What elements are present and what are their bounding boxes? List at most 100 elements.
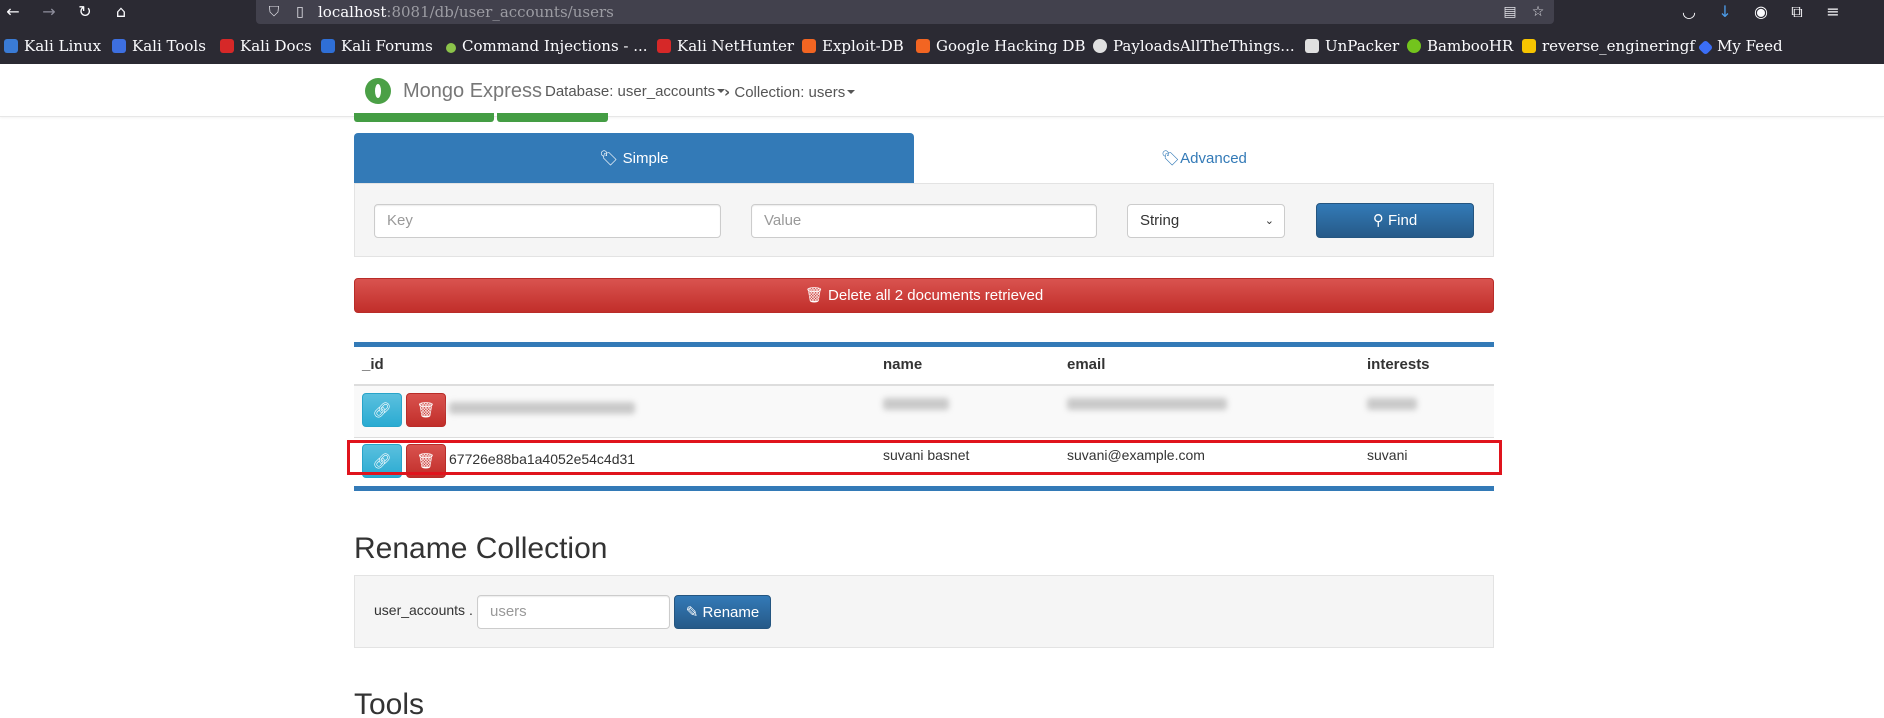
bookmark-label: Kali Docs	[240, 37, 312, 55]
tools-heading: Tools	[354, 688, 425, 718]
type-select[interactable]: String ⌄	[1127, 204, 1285, 238]
tab-advanced[interactable]: 🏷︎Advanced	[914, 133, 1494, 183]
trash-icon: 🗑︎	[416, 401, 436, 419]
exploit-db-icon	[802, 39, 816, 53]
download-icon[interactable]: ↓	[1714, 1, 1736, 23]
redacted-id	[449, 402, 635, 414]
bookmark-google-hacking-db[interactable]: Google Hacking DB	[916, 34, 1085, 58]
bookmark-reverse-engineringf[interactable]: reverse_engineringf	[1522, 34, 1695, 58]
key-input[interactable]: Key	[374, 204, 721, 238]
url-host: localhost	[318, 3, 387, 21]
bookmark-kali-linux[interactable]: Kali Linux	[4, 34, 101, 58]
browser-chrome: ← → ↻ ⌂ ⛉ ▯ localhost:8081/db/user_accou…	[0, 0, 1884, 64]
collection-dropdown[interactable]: › Collection: users	[724, 83, 856, 101]
bookmark-kali-tools[interactable]: Kali Tools	[112, 34, 206, 58]
bookmark-bamboohr[interactable]: BambooHR	[1407, 34, 1513, 58]
bookmark-label: reverse_engineringf	[1542, 37, 1695, 55]
collection-name-input[interactable]: users	[477, 595, 670, 629]
table-bottom-border	[354, 486, 1494, 491]
bookmark-label: Kali Forums	[341, 37, 433, 55]
redacted-name	[883, 398, 949, 410]
bookmark-label: My Feed	[1717, 37, 1783, 55]
column-header-id[interactable]: _id	[362, 356, 384, 373]
link-icon: 🔗︎	[372, 401, 392, 419]
github-icon	[1093, 39, 1107, 53]
column-header-email[interactable]: email	[1067, 356, 1105, 373]
brand-title[interactable]: Mongo Express	[403, 80, 542, 103]
bookmark-label: Kali Linux	[24, 37, 102, 55]
bookmark-label: Exploit-DB	[822, 37, 904, 55]
delete-all-button[interactable]: 🗑︎ Delete all 2 documents retrieved	[354, 278, 1494, 313]
bookmark-label: UnPacker	[1325, 37, 1400, 55]
new-document-button[interactable]	[354, 113, 494, 122]
account-icon[interactable]: ◉	[1750, 1, 1772, 23]
folder-icon	[1522, 39, 1536, 53]
kali-linux-icon	[4, 39, 18, 53]
trash-icon: 🗑︎	[804, 286, 824, 304]
database-label: Database: user_accounts	[545, 83, 716, 100]
bookmark-kali-forums[interactable]: Kali Forums	[321, 34, 433, 58]
forward-icon[interactable]: →	[38, 1, 60, 23]
search-icon: ⚲	[1372, 211, 1384, 229]
my-feed-icon	[1697, 39, 1714, 56]
tag-icon: 🏷︎	[599, 149, 619, 167]
highlight-box	[347, 440, 1502, 475]
bookmark-label: Kali NetHunter	[677, 37, 795, 55]
kali-tools-icon	[112, 39, 126, 53]
collection-label: Collection: users	[734, 84, 846, 101]
mongo-leaf-icon[interactable]	[365, 78, 391, 104]
bookmark-label: BambooHR	[1427, 37, 1514, 55]
command-injections-icon	[446, 43, 456, 53]
bookmark-payloadsallthethings[interactable]: PayloadsAllTheThings...	[1093, 34, 1295, 58]
chevron-right-icon: ›	[724, 83, 731, 101]
bookmark-exploit-db[interactable]: Exploit-DB	[802, 34, 904, 58]
kali-forums-icon	[321, 39, 335, 53]
value-input[interactable]: Value	[751, 204, 1097, 238]
url-path: :8081/db/user_accounts/users	[386, 3, 614, 21]
back-icon[interactable]: ←	[2, 1, 24, 23]
rename-db-label: user_accounts .	[374, 602, 473, 618]
rename-collection-heading: Rename Collection	[354, 532, 608, 565]
bookmark-label: Command Injections - ...	[462, 37, 648, 55]
database-dropdown[interactable]: Database: user_accounts	[545, 83, 726, 100]
reader-mode-icon[interactable]: ▤	[1500, 2, 1520, 22]
reload-icon[interactable]: ↻	[74, 1, 96, 23]
nethunter-icon	[657, 39, 671, 53]
bookmark-label: PayloadsAllTheThings...	[1113, 37, 1295, 55]
column-header-name[interactable]: name	[883, 356, 922, 373]
bookmark-command-injections[interactable]: Command Injections - ...	[446, 34, 648, 58]
app-navbar: Mongo Express Database: user_accounts › …	[0, 64, 1884, 117]
chevron-down-icon: ⌄	[1264, 214, 1274, 227]
bamboohr-icon	[1407, 39, 1421, 53]
tab-simple-label: Simple	[622, 150, 669, 167]
bookmarks-bar: Kali Linux Kali Tools Kali Docs Kali For…	[0, 34, 1884, 58]
url-bar[interactable]: ⛉ ▯ localhost:8081/db/user_accounts/user…	[256, 0, 1554, 24]
tab-simple[interactable]: 🏷︎ Simple	[354, 133, 914, 183]
table-top-border	[354, 342, 1494, 347]
pencil-icon: ✎	[685, 603, 699, 621]
bookmark-label: Kali Tools	[132, 37, 206, 55]
extensions-icon[interactable]: ⧉	[1786, 1, 1808, 23]
url-text[interactable]: localhost:8081/db/user_accounts/users	[318, 3, 614, 21]
rename-label: Rename	[702, 604, 760, 621]
bookmark-kali-nethunter[interactable]: Kali NetHunter	[657, 34, 794, 58]
bookmark-label: Google Hacking DB	[936, 37, 1086, 55]
ghdb-icon	[916, 39, 930, 53]
rename-button[interactable]: ✎ Rename	[674, 595, 771, 629]
page-icon: ▯	[296, 4, 304, 20]
menu-icon[interactable]: ≡	[1822, 1, 1844, 23]
new-index-button[interactable]	[497, 113, 608, 122]
view-document-button[interactable]: 🔗︎	[362, 393, 402, 427]
bookmark-kali-docs[interactable]: Kali Docs	[220, 34, 312, 58]
delete-document-button[interactable]: 🗑︎	[406, 393, 446, 427]
shield-icon[interactable]: ⛉	[264, 2, 284, 22]
bookmark-my-feed[interactable]: My Feed	[1697, 34, 1783, 58]
bookmark-unpacker[interactable]: UnPacker	[1305, 34, 1399, 58]
bookmark-star-icon[interactable]: ☆	[1528, 2, 1548, 22]
unpacker-icon	[1305, 39, 1319, 53]
pocket-icon[interactable]: ◡	[1678, 1, 1700, 23]
find-button[interactable]: ⚲ Find	[1316, 203, 1474, 238]
home-icon[interactable]: ⌂	[110, 1, 132, 23]
caret-down-icon	[847, 90, 856, 94]
column-header-interests[interactable]: interests	[1367, 356, 1430, 373]
